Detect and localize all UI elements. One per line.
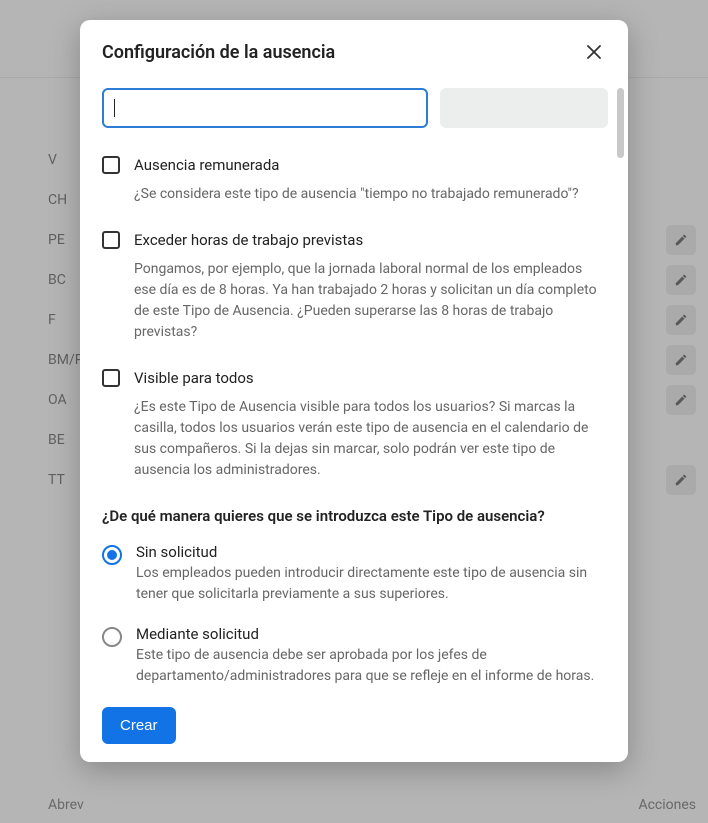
entry-no-request-title: Sin solicitud	[136, 543, 602, 561]
scrollbar-thumb[interactable]	[617, 88, 624, 158]
entry-no-request-radio[interactable]	[102, 545, 122, 565]
entry-request-title: Mediante solicitud	[136, 625, 602, 643]
close-icon	[587, 45, 601, 59]
modal-scrollbar[interactable]	[616, 88, 624, 754]
visible-all-checkbox[interactable]	[102, 369, 120, 387]
close-button[interactable]	[582, 40, 606, 64]
absence-settings-modal: Configuración de la ausencia	[80, 20, 628, 762]
modal-body: Ausencia remunerada ¿Se considera este t…	[80, 80, 622, 758]
visible-all-label: Visible para todos	[134, 369, 254, 387]
paid-absence-desc: ¿Se considera este tipo de ausencia "tie…	[134, 184, 602, 205]
entry-method-question: ¿De qué manera quieres que se introduzca…	[102, 507, 608, 525]
secondary-field-placeholder[interactable]	[440, 88, 608, 128]
text-caret	[114, 99, 115, 117]
entry-no-request-desc: Los empleados pueden introducir directam…	[136, 563, 602, 605]
visible-all-desc: ¿Es este Tipo de Ausencia visible para t…	[134, 397, 602, 481]
paid-absence-checkbox[interactable]	[102, 156, 120, 174]
paid-absence-label: Ausencia remunerada	[134, 156, 279, 174]
entry-request-desc: Este tipo de ausencia debe ser aprobada …	[136, 645, 602, 687]
entry-request-radio[interactable]	[102, 627, 122, 647]
absence-name-input[interactable]	[102, 88, 428, 128]
exceed-hours-checkbox[interactable]	[102, 231, 120, 249]
exceed-hours-desc: Pongamos, por ejemplo, que la jornada la…	[134, 259, 602, 343]
modal-overlay: Configuración de la ausencia	[0, 0, 708, 823]
modal-title: Configuración de la ausencia	[102, 42, 335, 63]
create-button[interactable]: Crear	[102, 707, 176, 744]
exceed-hours-label: Exceder horas de trabajo previstas	[134, 231, 363, 249]
